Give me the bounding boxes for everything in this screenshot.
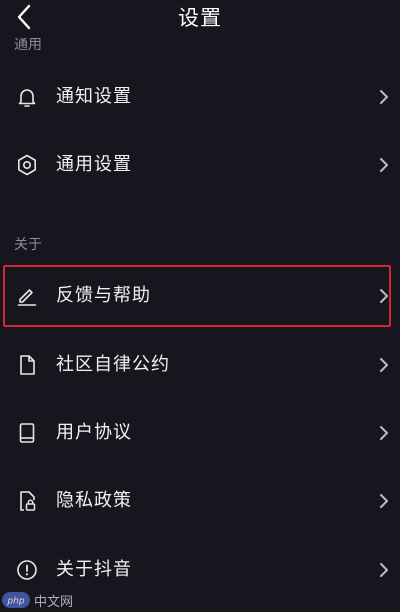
header-bar: 设置 <box>0 0 400 38</box>
row-general-settings[interactable]: 通用设置 <box>0 131 400 199</box>
section-label-general: 通用 <box>14 37 42 53</box>
row-label: 用户协议 <box>56 422 132 443</box>
watermark: php 中文网 <box>2 590 73 610</box>
row-label: 隐私政策 <box>56 490 132 511</box>
chevron-right-icon <box>376 155 392 175</box>
info-icon <box>14 557 40 583</box>
chevron-right-icon <box>376 560 392 580</box>
row-feedback-help[interactable]: 反馈与帮助 <box>0 262 400 330</box>
watermark-logo: php <box>2 592 30 608</box>
chevron-right-icon <box>376 355 392 375</box>
row-label: 通知设置 <box>56 86 132 107</box>
row-label: 社区自律公约 <box>56 354 170 375</box>
row-community-guidelines[interactable]: 社区自律公约 <box>0 331 400 399</box>
chevron-right-icon <box>376 491 392 511</box>
row-user-agreement[interactable]: 用户协议 <box>0 399 400 467</box>
watermark-site-text: 中文网 <box>34 594 74 610</box>
chevron-right-icon <box>376 423 392 443</box>
bell-icon <box>14 84 40 110</box>
row-label: 反馈与帮助 <box>56 285 151 306</box>
row-label: 关于抖音 <box>56 559 132 580</box>
page-title: 设置 <box>178 6 222 30</box>
chevron-right-icon <box>376 286 392 306</box>
lock-file-icon <box>14 488 40 514</box>
book-icon <box>14 420 40 446</box>
row-label: 通用设置 <box>56 154 132 175</box>
document-icon <box>14 352 40 378</box>
pencil-icon <box>14 283 40 309</box>
row-privacy-policy[interactable]: 隐私政策 <box>0 467 400 535</box>
watermark-logo-text: php <box>6 597 24 607</box>
section-label-about: 关于 <box>14 237 42 253</box>
chevron-right-icon <box>376 87 392 107</box>
gear-icon <box>14 152 40 178</box>
row-notification-settings[interactable]: 通知设置 <box>0 63 400 131</box>
